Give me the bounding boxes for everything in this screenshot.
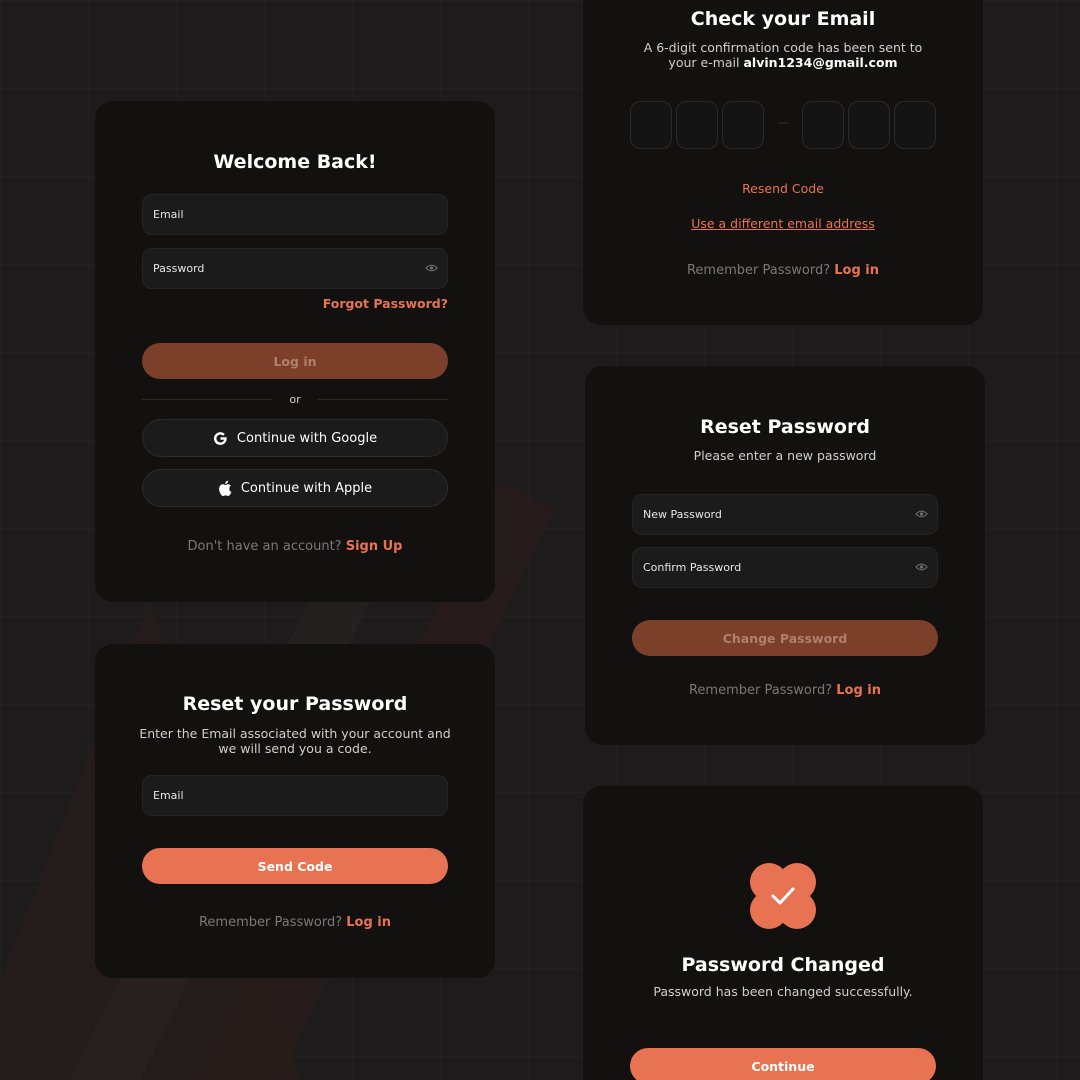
new-password-field[interactable]: New Password	[632, 494, 938, 535]
login-button[interactable]: Log in	[142, 343, 448, 379]
code-digit-3[interactable]	[722, 101, 764, 149]
forgot-subtitle-1: Enter the Email associated with your acc…	[139, 726, 451, 741]
reset-login-link[interactable]: Log in	[836, 683, 881, 698]
different-email-link[interactable]: Use a different email address	[583, 216, 983, 231]
verify-email: alvin1234@gmail.com	[743, 55, 898, 70]
forgot-title: Reset your Password	[182, 693, 408, 715]
resend-code-link[interactable]: Resend Code	[583, 181, 983, 196]
verify-subtitle-prefix: your e-mail	[668, 55, 740, 70]
confirm-password-label: Confirm Password	[643, 561, 742, 574]
verify-subtitle-2: your e-mail alvin1234@gmail.com	[583, 55, 983, 70]
eye-icon[interactable]	[915, 509, 928, 519]
forgot-password-link[interactable]: Forgot Password?	[323, 296, 448, 311]
login-card: Welcome Back! Email Password Forgot Pass…	[95, 101, 495, 602]
password-field-label: Password	[153, 262, 205, 275]
forgot-subtitle-2: we will send you a code.	[218, 741, 372, 756]
signup-link[interactable]: Sign Up	[346, 539, 403, 554]
signup-prompt: Don't have an account?	[187, 539, 342, 554]
forgot-login-link[interactable]: Log in	[346, 915, 391, 930]
forgot-remember-prompt: Remember Password?	[198, 915, 343, 930]
apple-button-label: Continue with Apple	[240, 480, 373, 496]
forgot-remember-row: Remember Password? Log in	[95, 915, 495, 930]
login-title: Welcome Back!	[213, 151, 377, 173]
forgot-password-card: Reset your Password Enter the Email asso…	[95, 644, 495, 978]
eye-icon[interactable]	[915, 562, 928, 572]
code-digit-1[interactable]	[630, 101, 672, 149]
change-password-button[interactable]: Change Password	[632, 620, 938, 656]
success-subtitle: Password has been changed successfully.	[653, 984, 913, 999]
success-title: Password Changed	[681, 954, 885, 976]
code-digit-6[interactable]	[894, 101, 936, 149]
code-digit-2[interactable]	[676, 101, 718, 149]
verify-login-link[interactable]: Log in	[834, 263, 879, 278]
continue-button[interactable]: Continue	[630, 1048, 936, 1080]
reset-password-card: Reset Password Please enter a new passwo…	[585, 366, 985, 745]
check-badge-icon	[750, 863, 816, 929]
code-separator: —	[777, 116, 789, 129]
code-digit-5[interactable]	[848, 101, 890, 149]
verify-email-card: Check your Email A 6-digit confirmation …	[583, 0, 983, 325]
verify-title: Check your Email	[690, 8, 876, 30]
apple-button[interactable]: Continue with Apple	[142, 469, 448, 507]
reset-title: Reset Password	[700, 416, 870, 438]
verify-remember-prompt: Remember Password?	[686, 263, 831, 278]
forgot-email-field[interactable]: Email	[142, 775, 448, 816]
eye-icon[interactable]	[425, 263, 438, 273]
reset-remember-prompt: Remember Password?	[688, 683, 833, 698]
code-digit-4[interactable]	[802, 101, 844, 149]
reset-subtitle: Please enter a new password	[693, 448, 877, 463]
verify-subtitle-1: A 6-digit confirmation code has been sen…	[643, 40, 923, 55]
send-code-button[interactable]: Send Code	[142, 848, 448, 884]
verify-remember-row: Remember Password? Log in	[583, 263, 983, 278]
email-field-label: Email	[153, 208, 184, 221]
forgot-email-field-label: Email	[153, 789, 184, 802]
google-button[interactable]: Continue with Google	[142, 419, 448, 457]
new-password-label: New Password	[643, 508, 722, 521]
divider-right	[318, 399, 448, 400]
confirm-password-field[interactable]: Confirm Password	[632, 547, 938, 588]
password-field[interactable]: Password	[142, 248, 448, 289]
google-button-label: Continue with Google	[236, 430, 378, 446]
apple-icon	[218, 480, 232, 496]
email-field[interactable]: Email	[142, 194, 448, 235]
password-changed-card: Password Changed Password has been chang…	[583, 786, 983, 1080]
signup-row: Don't have an account? Sign Up	[95, 539, 495, 554]
google-icon	[213, 431, 227, 445]
reset-remember-row: Remember Password? Log in	[585, 683, 985, 698]
